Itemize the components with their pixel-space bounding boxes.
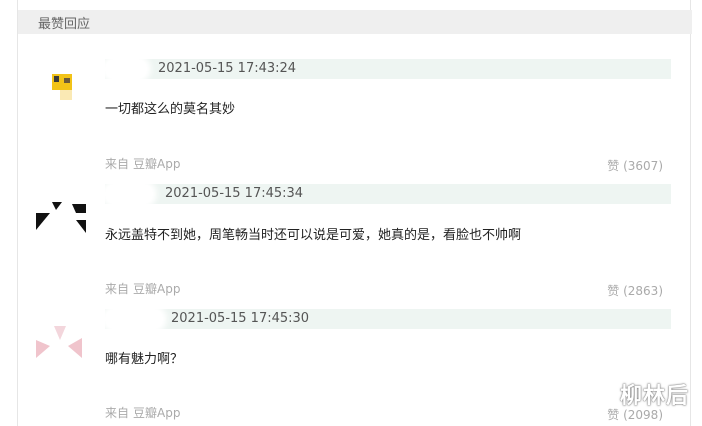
comment-meta-bar: 2021-05-15 17:45:34 [105, 184, 671, 204]
source-app-link[interactable]: 豆瓣App [133, 157, 180, 171]
source-app-link[interactable]: 豆瓣App [133, 406, 180, 420]
comment-text: 一切都这么的莫名其妙 [105, 102, 236, 117]
comment-source: 来自 豆瓣App [105, 280, 184, 297]
comment-source: 来自 豆瓣App [105, 404, 184, 421]
avatar[interactable] [36, 60, 86, 110]
avatar[interactable] [36, 318, 86, 368]
comment-source: 来自 豆瓣App [105, 155, 184, 172]
watermark: 柳林后 [619, 383, 689, 409]
source-prefix: 来自 [105, 157, 130, 171]
comment-timestamp: 2021-05-15 17:45:34 [165, 186, 304, 201]
comment-text: 永远盖特不到她，周笔畅当时还可以说是可爱，她真的是，看脸也不帅啊 [105, 228, 522, 243]
avatar[interactable] [36, 190, 86, 240]
username-redacted[interactable] [105, 309, 163, 329]
source-prefix: 来自 [105, 282, 130, 296]
like-button[interactable]: 赞 (2863) [607, 282, 663, 299]
like-button[interactable]: 赞 (3607) [607, 157, 663, 174]
comment-timestamp: 2021-05-15 17:45:30 [171, 311, 310, 326]
source-app-link[interactable]: 豆瓣App [133, 282, 180, 296]
username-redacted[interactable] [105, 184, 153, 204]
username-redacted[interactable] [105, 59, 147, 79]
comment-meta-bar: 2021-05-15 17:45:30 [105, 309, 671, 329]
section-title: 最赞回应 [38, 17, 91, 32]
comment-meta-bar: 2021-05-15 17:43:24 [105, 59, 671, 79]
section-header: 最赞回应 [18, 10, 692, 34]
comment-text: 哪有魅力啊？ [105, 352, 184, 367]
comment-timestamp: 2021-05-15 17:43:24 [158, 61, 297, 76]
source-prefix: 来自 [105, 406, 130, 420]
comments-panel: 最赞回应 2021-05-15 17:43:24 一切都这么的莫名其妙 来自 豆瓣… [17, 0, 692, 426]
